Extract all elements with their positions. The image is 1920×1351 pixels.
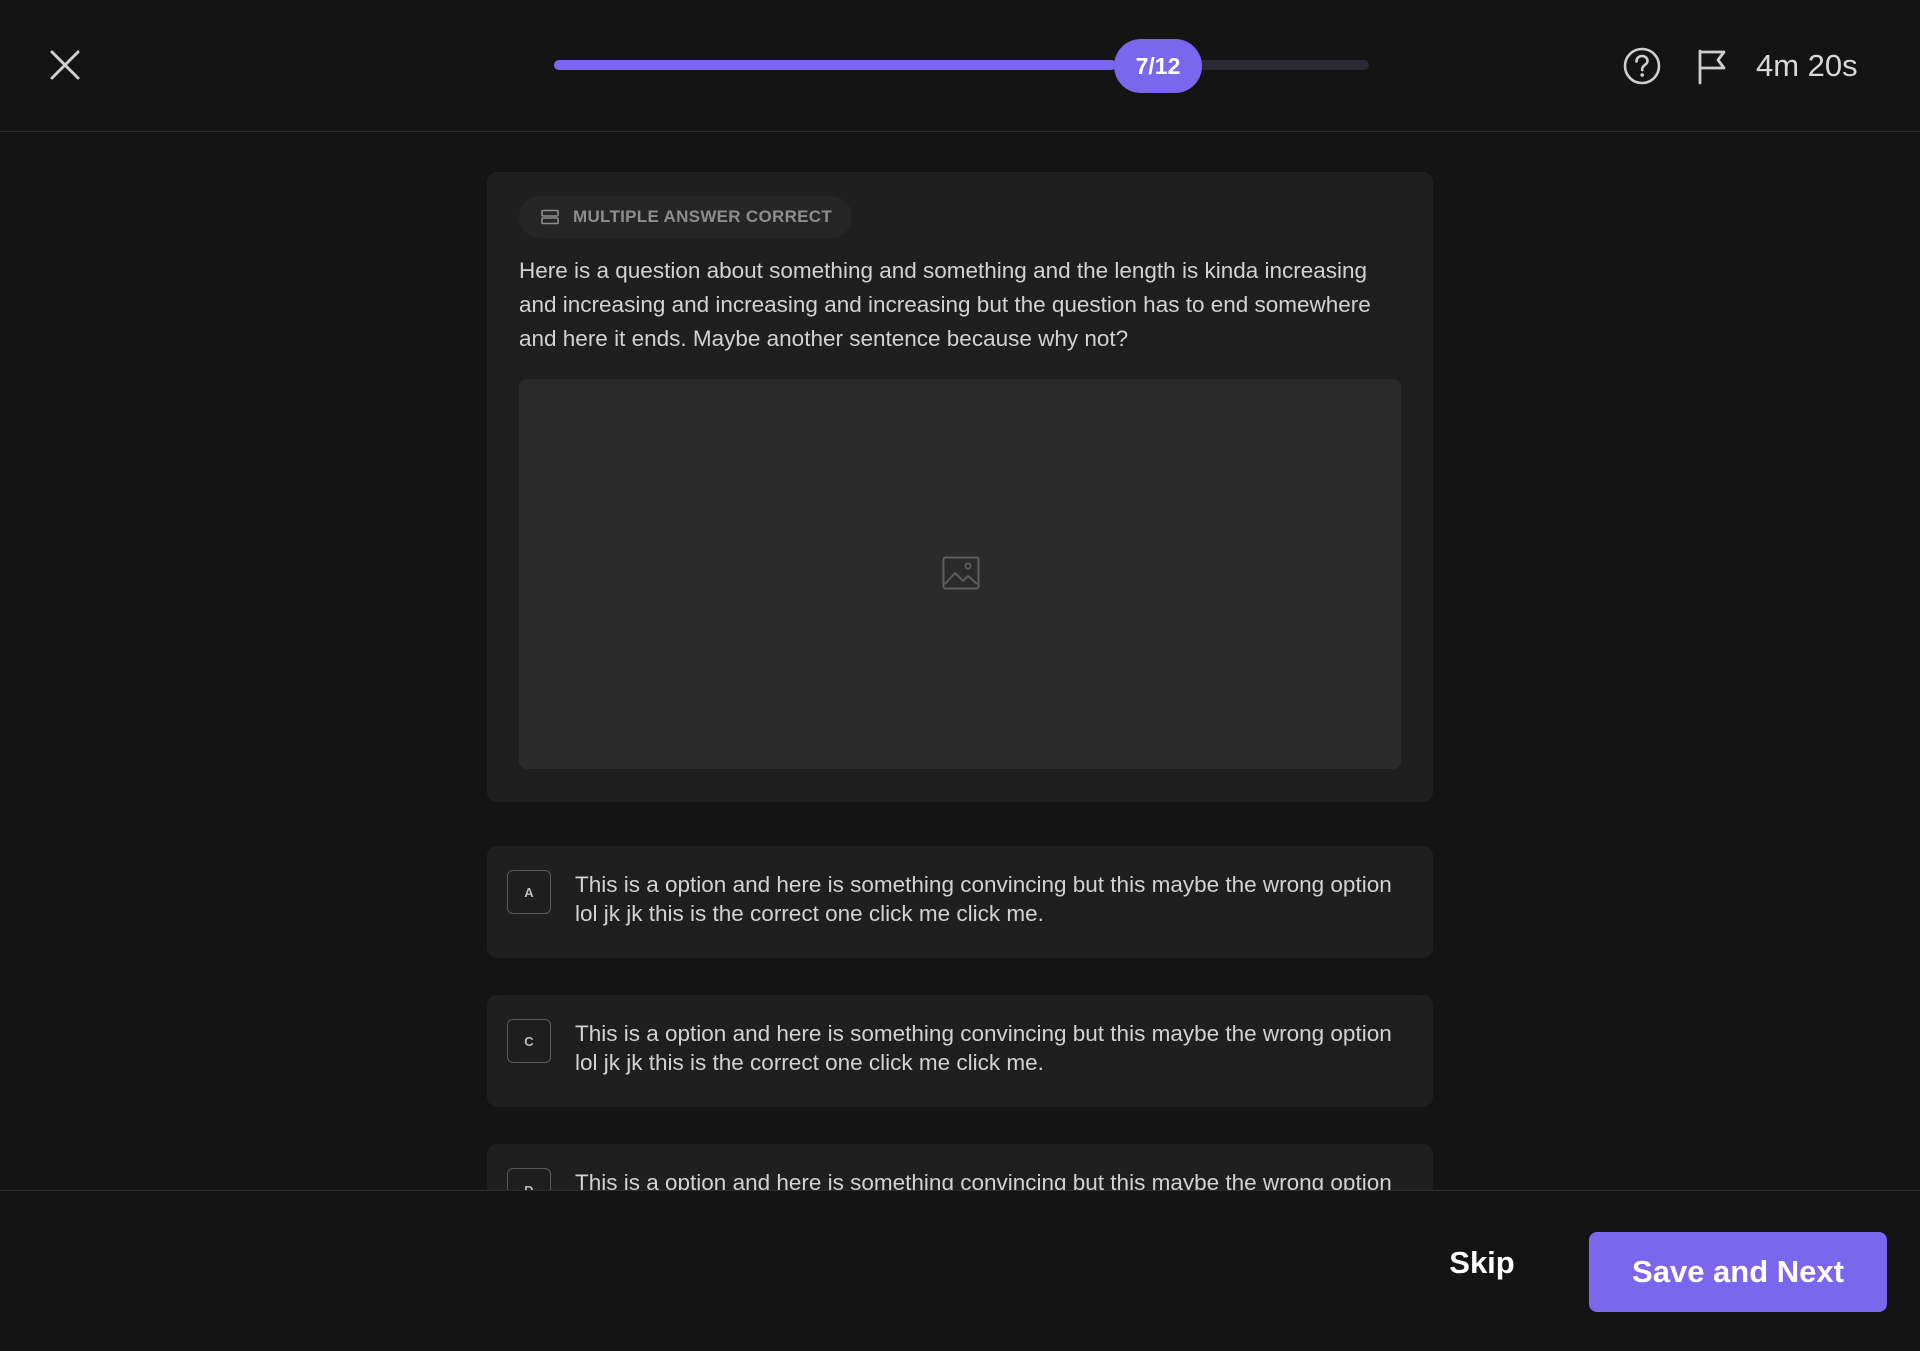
progress-fill [554, 60, 1117, 70]
bottom-bar: Skip Save and Next [0, 1190, 1920, 1351]
question-text: Here is a question about something and s… [519, 258, 1371, 351]
option-key: D [507, 1168, 551, 1190]
progress-track [554, 60, 1369, 70]
save-and-next-button[interactable]: Save and Next [1589, 1232, 1887, 1312]
question-type-chip: MULTIPLE ANSWER CORRECT [519, 196, 853, 238]
flag-icon[interactable] [1694, 46, 1730, 86]
option-text: This is a option and here is something c… [575, 872, 1392, 926]
option-a[interactable]: A This is a option and here is something… [487, 846, 1433, 958]
option-key: A [507, 870, 551, 914]
timer: 4m 20s [1756, 48, 1858, 83]
question-card: MULTIPLE ANSWER CORRECT Here is a questi… [487, 172, 1433, 802]
question-type-label: MULTIPLE ANSWER CORRECT [573, 207, 833, 226]
question-image [519, 379, 1401, 769]
question-content[interactable]: MULTIPLE ANSWER CORRECT Here is a questi… [0, 133, 1920, 1190]
option-key: C [507, 1019, 551, 1063]
option-c[interactable]: C This is a option and here is something… [487, 995, 1433, 1107]
list-icon [541, 209, 559, 225]
close-icon[interactable] [44, 44, 86, 86]
option-text: This is a option and here is something c… [575, 1170, 1392, 1190]
option-d[interactable]: D This is a option and here is something… [487, 1144, 1433, 1190]
image-icon [942, 556, 980, 590]
help-icon[interactable] [1622, 46, 1662, 86]
progress-badge: 7/12 [1114, 39, 1202, 93]
top-bar: 7/12 4m 20s [0, 0, 1920, 132]
skip-button[interactable]: Skip [1436, 1239, 1528, 1287]
option-text: This is a option and here is something c… [575, 1021, 1392, 1075]
